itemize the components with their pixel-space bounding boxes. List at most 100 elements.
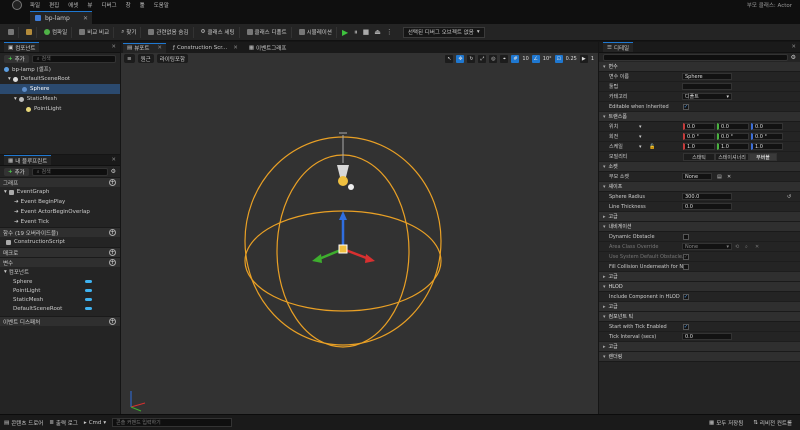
- clear-icon[interactable]: ✕: [755, 244, 759, 250]
- class-defaults-button[interactable]: 클래스 디폴트: [243, 26, 292, 38]
- event-item[interactable]: ➜ Event Tick: [0, 217, 120, 227]
- rotate-tool-icon[interactable]: ↻: [467, 54, 476, 63]
- rotation-x-input[interactable]: 0.0 °: [683, 133, 715, 140]
- camera-speed-icon[interactable]: ▶: [579, 54, 588, 63]
- transform-section[interactable]: 트랜스폼: [599, 112, 800, 122]
- mobility-movable-button[interactable]: 무버블: [749, 153, 777, 161]
- chevron-down-icon[interactable]: ▾: [639, 144, 642, 150]
- gear-icon[interactable]: ⚙: [791, 54, 796, 61]
- hlod-section[interactable]: HLOD: [599, 282, 800, 292]
- output-log-button[interactable]: ≣ 출력 로그: [49, 419, 78, 427]
- tab-construction-script[interactable]: ƒ Construction Scr... ✕: [169, 43, 242, 53]
- close-icon[interactable]: ✕: [233, 45, 238, 51]
- tick-section[interactable]: 컴포넌트 틱: [599, 312, 800, 322]
- scale-y-input[interactable]: 1.0: [717, 143, 749, 150]
- hlod-advanced-section[interactable]: 고급: [599, 302, 800, 312]
- tick-interval-input[interactable]: 0.0: [682, 333, 732, 340]
- surface-snap-icon[interactable]: ⌖: [500, 54, 509, 63]
- menu-help[interactable]: 도움말: [154, 1, 169, 9]
- perspective-button[interactable]: 원근: [137, 54, 154, 63]
- grid-snap-value[interactable]: 10: [522, 56, 528, 62]
- variable-item[interactable]: StaticMesh: [0, 295, 120, 304]
- variable-item[interactable]: DefaultSceneRoot: [0, 304, 120, 313]
- tree-item-self[interactable]: bp-lamp (셀프): [0, 64, 120, 74]
- scale-x-input[interactable]: 1.0: [683, 143, 715, 150]
- document-tab[interactable]: bp-lamp ✕: [30, 11, 92, 24]
- close-icon[interactable]: ✕: [83, 15, 88, 22]
- socket-section[interactable]: 소켓: [599, 162, 800, 172]
- graphs-section[interactable]: 그래프 +: [0, 177, 120, 187]
- parent-socket-input[interactable]: None: [682, 173, 712, 180]
- gear-icon[interactable]: ⚙: [111, 168, 116, 175]
- editable-checkbox[interactable]: ✓: [683, 104, 689, 110]
- scale-snap-value[interactable]: 0.25: [566, 56, 577, 62]
- add-function-icon[interactable]: +: [109, 229, 116, 236]
- tree-item-pointlight[interactable]: PointLight: [0, 104, 120, 114]
- variable-section[interactable]: 변수: [599, 62, 800, 72]
- content-drawer-button[interactable]: ▤ 콘텐츠 드로어: [4, 419, 43, 427]
- simulation-button[interactable]: 시뮬레이션: [295, 26, 337, 38]
- play-icon[interactable]: ▶: [340, 28, 350, 37]
- event-graph-item[interactable]: ▾ EventGraph: [0, 187, 120, 197]
- lighting-button[interactable]: 라이팅포함: [156, 54, 189, 63]
- grid-snap-icon[interactable]: #: [511, 54, 520, 63]
- area-class-dropdown[interactable]: None ▾: [682, 243, 732, 250]
- hide-unrelated-button[interactable]: 관련없음 숨김: [144, 26, 194, 38]
- viewport-scene[interactable]: [121, 53, 598, 414]
- close-icon[interactable]: ✕: [111, 157, 116, 163]
- viewport-menu-button[interactable]: ≡: [124, 54, 135, 63]
- sphere-radius-input[interactable]: 300.0: [682, 193, 732, 200]
- rendering-section[interactable]: 렌더링: [599, 352, 800, 362]
- chevron-down-icon[interactable]: ▾: [639, 124, 642, 130]
- clear-icon[interactable]: ✕: [727, 174, 731, 180]
- construction-script-item[interactable]: ConstructionScript: [0, 237, 120, 247]
- tick-advanced-section[interactable]: 고급: [599, 342, 800, 352]
- rotation-snap-icon[interactable]: ∠: [531, 54, 540, 63]
- camera-speed-value[interactable]: 1: [591, 56, 594, 62]
- variable-item[interactable]: PointLight: [0, 286, 120, 295]
- close-icon[interactable]: ✕: [157, 45, 162, 51]
- details-search-input[interactable]: [603, 54, 788, 61]
- menu-file[interactable]: 파일: [30, 1, 40, 9]
- browse-button[interactable]: [22, 26, 37, 38]
- variables-section[interactable]: 변수 +: [0, 257, 120, 267]
- scale-tool-icon[interactable]: ⤢: [478, 54, 487, 63]
- menu-asset[interactable]: 에셋: [68, 1, 78, 9]
- revision-control-button[interactable]: ⇅ 리비전 컨트롤: [753, 419, 792, 427]
- eject-icon[interactable]: ⏏: [373, 28, 382, 36]
- tab-components[interactable]: ▣ 컴포넌트: [4, 42, 40, 52]
- category-dropdown[interactable]: 디폴트 ▾: [682, 93, 732, 100]
- line-thickness-input[interactable]: 0.0: [682, 203, 732, 210]
- tree-item-sphere[interactable]: Sphere: [0, 84, 120, 94]
- tab-my-blueprint[interactable]: ▦ 내 블루프린트: [4, 155, 52, 165]
- close-icon[interactable]: ✕: [791, 44, 796, 50]
- back-arrow-icon[interactable]: ⟲: [735, 244, 739, 250]
- include-hlod-checkbox[interactable]: ✓: [683, 294, 689, 300]
- location-x-input[interactable]: 0.0: [683, 123, 715, 130]
- pause-icon[interactable]: ⏸: [353, 28, 359, 37]
- search-icon[interactable]: ⌕: [745, 244, 748, 250]
- tab-details[interactable]: ☰ 디테일: [603, 42, 634, 52]
- scale-snap-icon[interactable]: ⊡: [554, 54, 563, 63]
- debug-object-dropdown[interactable]: 선택된 디버그 오브젝트 없음 ▾: [402, 26, 485, 38]
- cmd-dropdown[interactable]: ▸ Cmd ▾: [84, 420, 106, 426]
- world-space-icon[interactable]: ◎: [489, 54, 498, 63]
- viewport-canvas[interactable]: [121, 53, 598, 414]
- console-input[interactable]: 콘솔 커맨드 입력하기: [112, 418, 233, 427]
- scale-z-input[interactable]: 1.0: [751, 143, 783, 150]
- macros-section[interactable]: 매크로 +: [0, 247, 120, 257]
- location-y-input[interactable]: 0.0: [717, 123, 749, 130]
- variable-item[interactable]: Sphere: [0, 277, 120, 286]
- tree-item-defaultsceneroot[interactable]: ▾ DefaultSceneRoot: [0, 74, 120, 84]
- rotation-z-input[interactable]: 0.0 °: [751, 133, 783, 140]
- navigation-section[interactable]: 내비게이션: [599, 222, 800, 232]
- component-search-input[interactable]: ⌕ 검색: [31, 54, 116, 63]
- menu-tools[interactable]: 툴: [140, 1, 145, 9]
- tree-item-staticmesh[interactable]: ▾ StaticMesh: [0, 94, 120, 104]
- lock-icon[interactable]: 🔓: [649, 144, 655, 150]
- start-tick-checkbox[interactable]: ✓: [683, 324, 689, 330]
- add-component-button[interactable]: + 추가: [4, 54, 29, 63]
- tooltip-input[interactable]: [682, 83, 732, 90]
- add-dispatcher-icon[interactable]: +: [109, 318, 116, 325]
- tab-viewport[interactable]: ▤ 뷰포트 ✕: [123, 42, 166, 53]
